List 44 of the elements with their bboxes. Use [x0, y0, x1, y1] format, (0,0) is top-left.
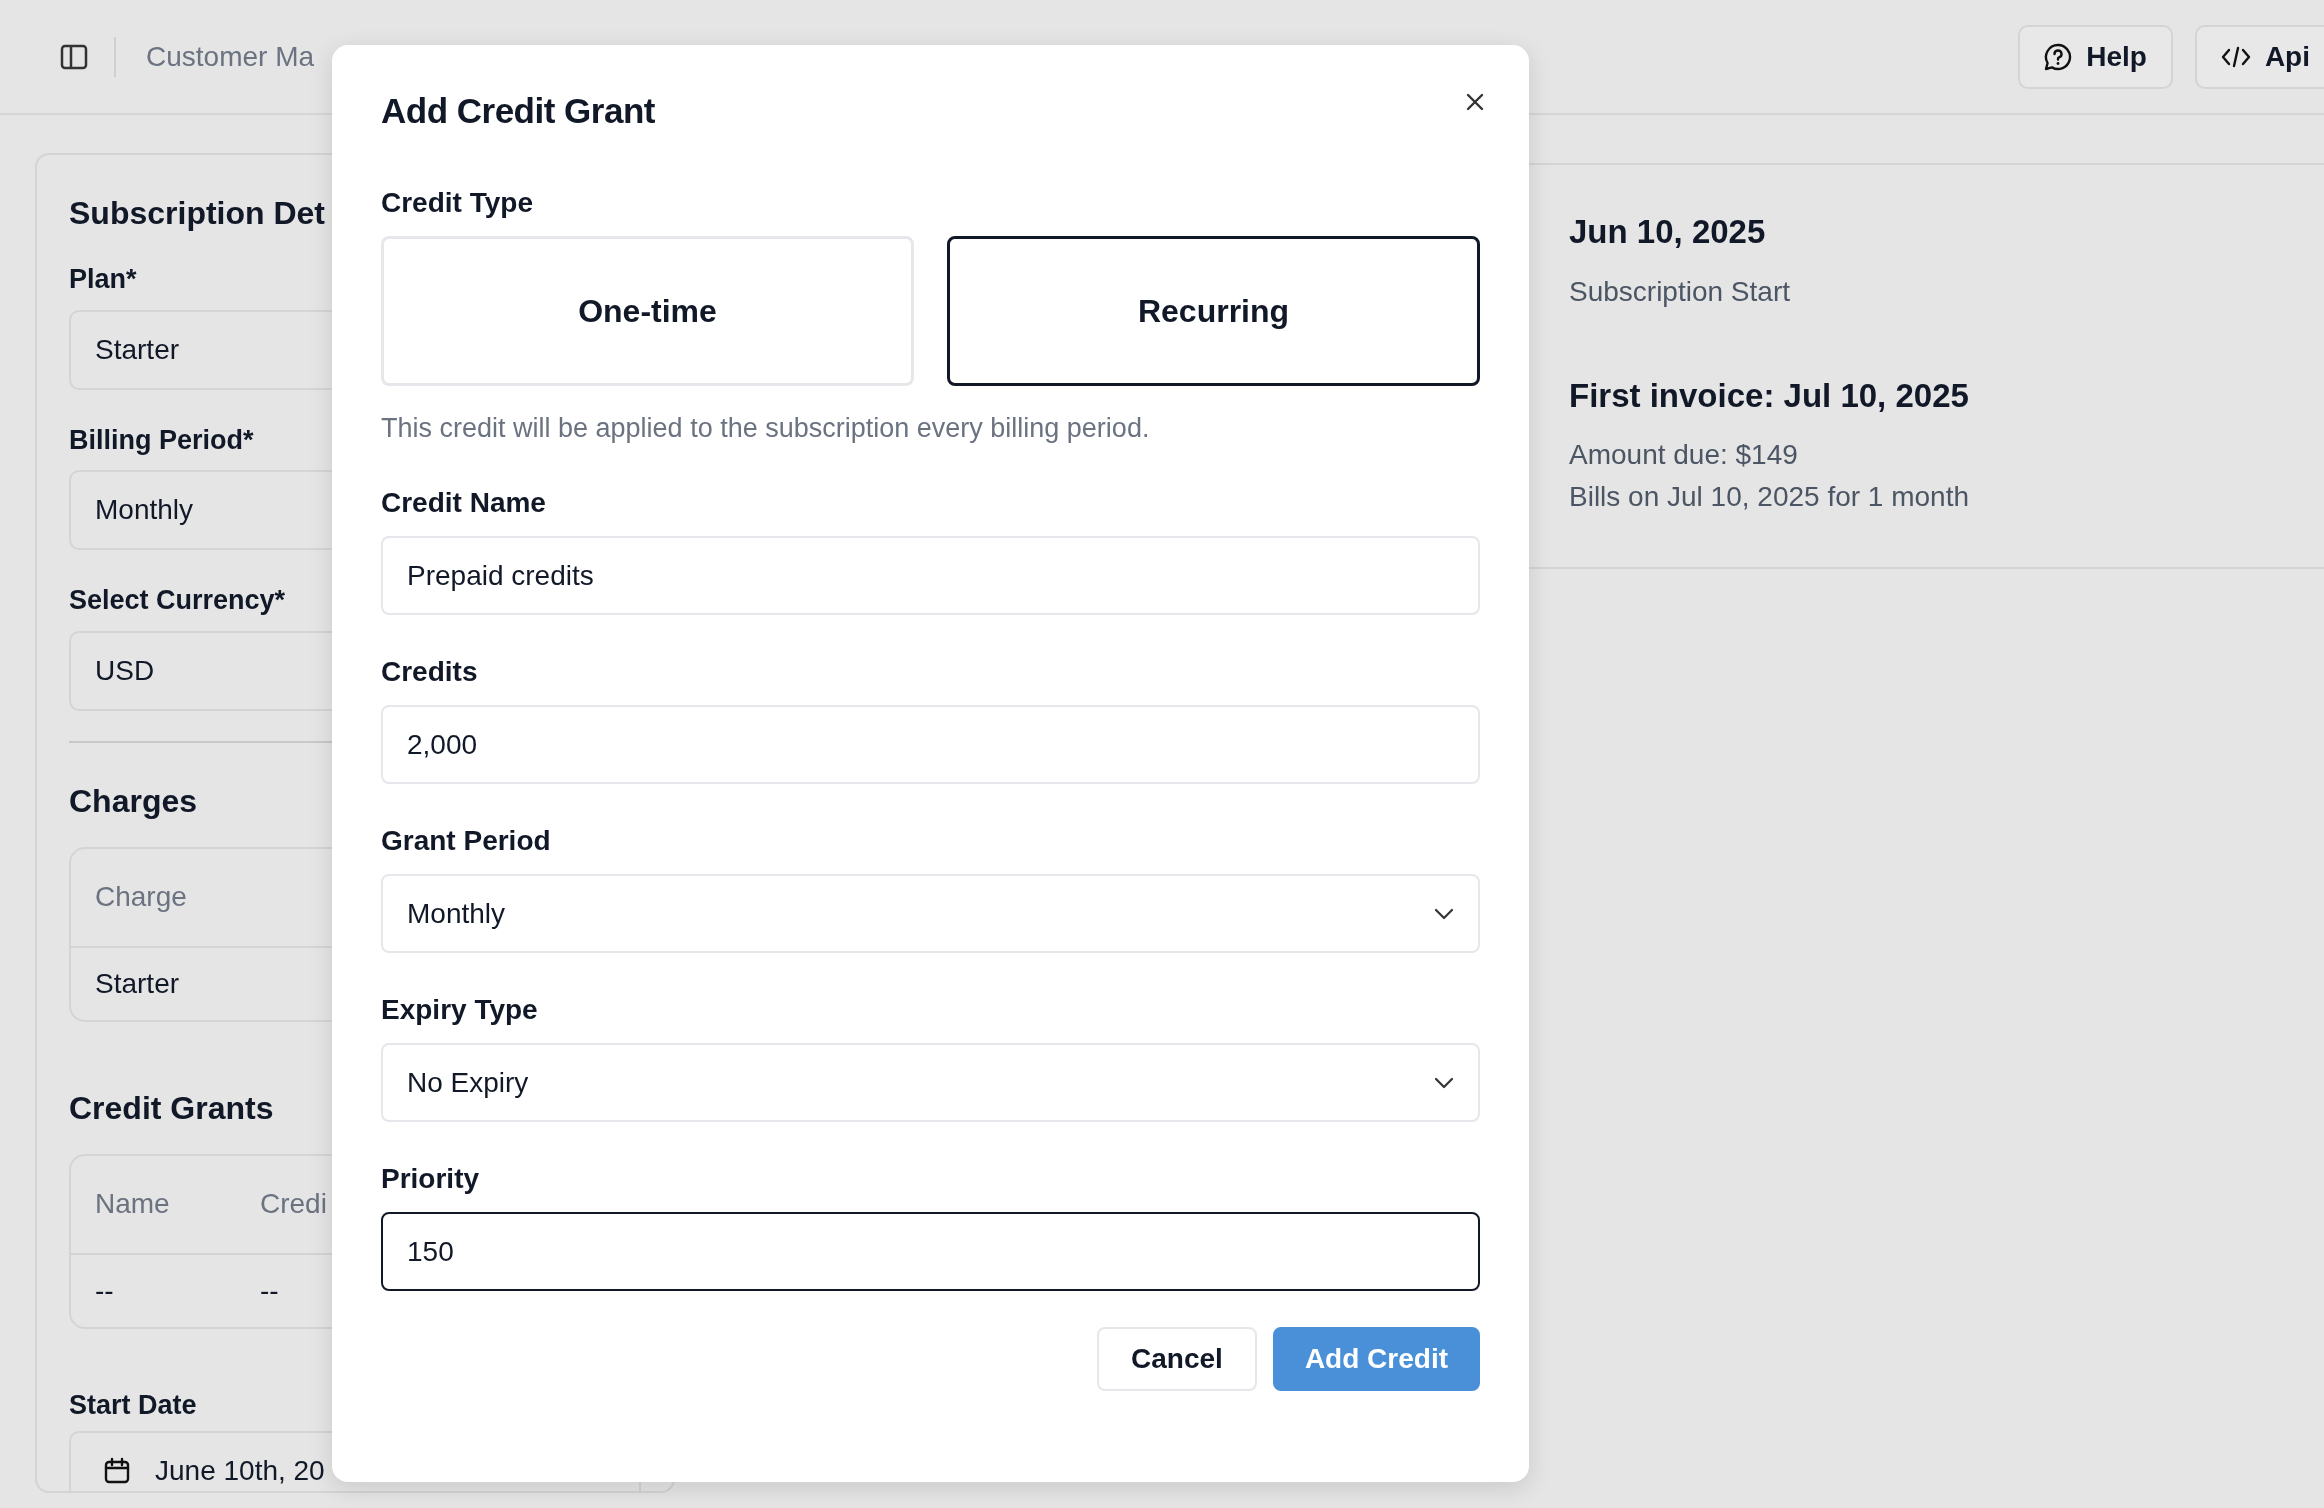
- option-card[interactable]: Recurring: [947, 235, 1480, 386]
- field-label: Credit Type: [381, 185, 534, 220]
- table-cell-text: --: [95, 1273, 115, 1308]
- input-field[interactable]: Prepaid credits: [381, 536, 1480, 615]
- timeline-text: Subscription Start: [1569, 274, 1791, 309]
- table-cell-text: --: [260, 1273, 280, 1308]
- select-field[interactable]: No Expiry: [381, 1043, 1480, 1122]
- breadcrumb-link[interactable]: Customer Ma: [146, 35, 315, 78]
- column-header: Charge: [95, 880, 188, 914]
- dialog-title: Add Credit Grant: [381, 90, 655, 132]
- timeline-title: Jun 10, 2025: [1569, 212, 1767, 252]
- sidebar-toggle-icon[interactable]: [60, 43, 88, 70]
- section-title: Subscription Det: [69, 194, 325, 233]
- input-field[interactable]: 2,000: [381, 705, 1480, 784]
- code-icon: [2220, 44, 2251, 69]
- field-label: Select Currency*: [69, 584, 286, 617]
- field-label: Expiry Type: [381, 993, 539, 1027]
- select-field[interactable]: Monthly: [381, 874, 1480, 953]
- input-field[interactable]: 150: [381, 1212, 1480, 1291]
- option-card[interactable]: One-time: [381, 235, 914, 386]
- field-label: Priority: [381, 1162, 481, 1196]
- column-header: Name: [95, 1187, 171, 1221]
- timeline-title: First invoice: Jul 10, 2025: [1569, 375, 1970, 416]
- help-text: This credit will be applied to the subscription every billing period.: [381, 411, 1151, 445]
- field-label: Credit Name: [381, 486, 547, 520]
- chat-help-icon: [2044, 42, 2073, 71]
- section-title: Credit Grants: [69, 1088, 274, 1128]
- field-label: Grant Period: [381, 824, 552, 858]
- timeline-text: Amount due: $149: [1569, 438, 1799, 472]
- cancel-button[interactable]: Cancel: [1097, 1327, 1257, 1391]
- chevron-down-icon: [1434, 1076, 1454, 1089]
- table-cell-text: Starter: [95, 966, 181, 1001]
- column-header: Credi: [260, 1187, 328, 1221]
- help-button[interactable]: Help: [2018, 24, 2173, 89]
- api-button[interactable]: Api: [2194, 24, 2324, 89]
- calendar-icon: [103, 1457, 131, 1485]
- field-label: Plan*: [69, 263, 137, 296]
- section-title: Charges: [69, 781, 198, 821]
- field-label: Credits: [381, 655, 479, 689]
- chevron-down-icon: [1434, 907, 1454, 920]
- timeline-text: Bills on Jul 10, 2025 for 1 month: [1569, 480, 1970, 514]
- field-label: Start Date: [69, 1388, 197, 1422]
- close-icon: [1465, 91, 1485, 112]
- field-label: Billing Period*: [69, 423, 254, 457]
